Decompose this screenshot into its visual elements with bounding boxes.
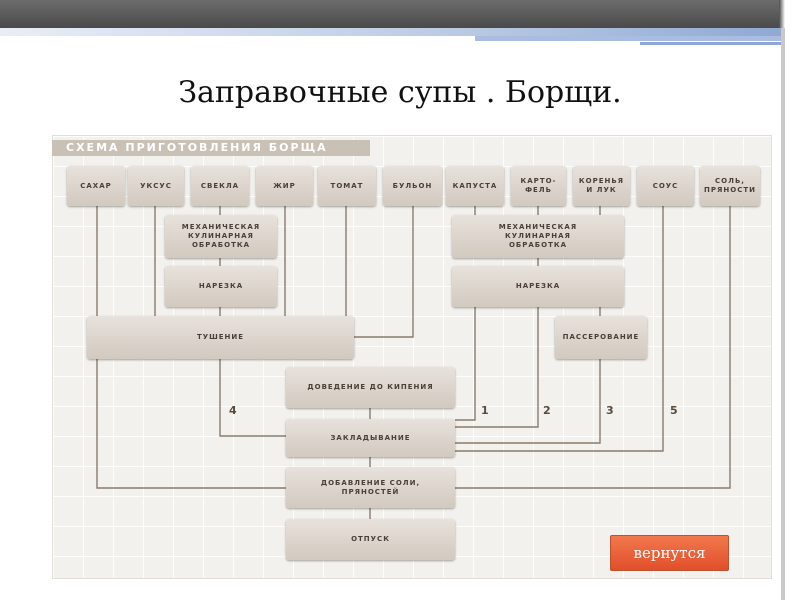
box-cabbage-label: КАПУСТА (452, 181, 498, 190)
box-beet: СВЕКЛА (191, 166, 249, 206)
box-roots-label: КОРЕНЬЯ И ЛУК (578, 177, 625, 194)
box-serving-label: ОТПУСК (351, 535, 390, 543)
box-mech-processing-right: МЕХАНИЧЕСКАЯ КУЛИНАРНАЯ ОБРАБОТКА (452, 215, 624, 258)
box-cutting-left-label: НАРЕЗКА (198, 282, 244, 290)
back-button[interactable]: вернутся (610, 535, 729, 571)
box-beet-label: СВЕКЛА (200, 181, 240, 190)
box-salt-spices: ДОБАВЛЕНИЕ СОЛИ, ПРЯНОСТЕЙ (286, 467, 455, 508)
accent-stripe-2 (475, 36, 785, 41)
box-fat-label: ЖИР (273, 181, 296, 190)
box-broth: БУЛЬОН (383, 166, 442, 206)
box-potato: КАРТО- ФЕЛЬ (511, 166, 566, 206)
label-5: 5 (670, 404, 678, 417)
box-sauce: СОУС (637, 166, 694, 206)
slide-title: Заправочные супы . Борщи. (178, 75, 622, 110)
box-vinegar: УКСУС (128, 166, 184, 206)
box-sauce-label: СОУС (652, 181, 679, 190)
box-sauteing: ПАССЕРОВАНИЕ (555, 316, 647, 359)
box-tomato-label: ТОМАТ (330, 181, 364, 190)
box-mech-processing-right-label: МЕХАНИЧЕСКАЯ КУЛИНАРНАЯ ОБРАБОТКА (498, 223, 578, 249)
box-sugar: САХАР (67, 166, 125, 206)
box-bring-to-boil: ДОВЕДЕНИЕ ДО КИПЕНИЯ (286, 367, 455, 408)
box-fat: ЖИР (256, 166, 313, 206)
box-vinegar-label: УКСУС (140, 181, 172, 190)
label-1: 1 (481, 404, 489, 417)
diagram-header: СХЕМА ПРИГОТОВЛЕНИЯ БОРЩА (66, 141, 328, 154)
box-bring-to-boil-label: ДОВЕДЕНИЕ ДО КИПЕНИЯ (307, 383, 434, 391)
right-edge-line (781, 28, 785, 600)
box-roots: КОРЕНЬЯ И ЛУК (573, 166, 630, 206)
box-salt-spices-label: ДОБАВЛЕНИЕ СОЛИ, ПРЯНОСТЕЙ (320, 478, 421, 496)
box-sugar-label: САХАР (80, 181, 112, 190)
box-serving: ОТПУСК (286, 519, 455, 560)
box-cutting-left: НАРЕЗКА (165, 266, 277, 307)
box-salt: СОЛЬ, ПРЯНОСТИ (700, 166, 760, 206)
box-tomato: ТОМАТ (318, 166, 376, 206)
box-adding-label: ЗАКЛАДЫВАНИЕ (330, 433, 411, 442)
box-salt-label: СОЛЬ, ПРЯНОСТИ (704, 177, 756, 194)
box-stewing: ТУШЕНИЕ (87, 316, 354, 359)
box-mech-processing-left-label: МЕХАНИЧЕСКАЯ КУЛИНАРНАЯ ОБРАБОТКА (181, 223, 261, 249)
box-stewing-label: ТУШЕНИЕ (196, 333, 245, 341)
label-4: 4 (229, 404, 237, 417)
box-cutting-right-label: НАРЕЗКА (515, 282, 561, 290)
box-cabbage: КАПУСТА (446, 166, 504, 206)
box-cutting-right: НАРЕЗКА (452, 266, 624, 307)
label-2: 2 (543, 404, 551, 417)
box-sauteing-label: ПАССЕРОВАНИЕ (562, 333, 640, 341)
box-potato-label: КАРТО- ФЕЛЬ (520, 177, 557, 194)
box-adding: ЗАКЛАДЫВАНИЕ (286, 419, 455, 457)
top-bar-corner (779, 0, 800, 28)
top-bar (0, 0, 785, 28)
label-3: 3 (606, 404, 614, 417)
box-mech-processing-left: МЕХАНИЧЕСКАЯ КУЛИНАРНАЯ ОБРАБОТКА (165, 215, 277, 258)
box-broth-label: БУЛЬОН (392, 181, 433, 190)
accent-stripe-3 (640, 42, 785, 45)
accent-stripe (0, 28, 785, 36)
